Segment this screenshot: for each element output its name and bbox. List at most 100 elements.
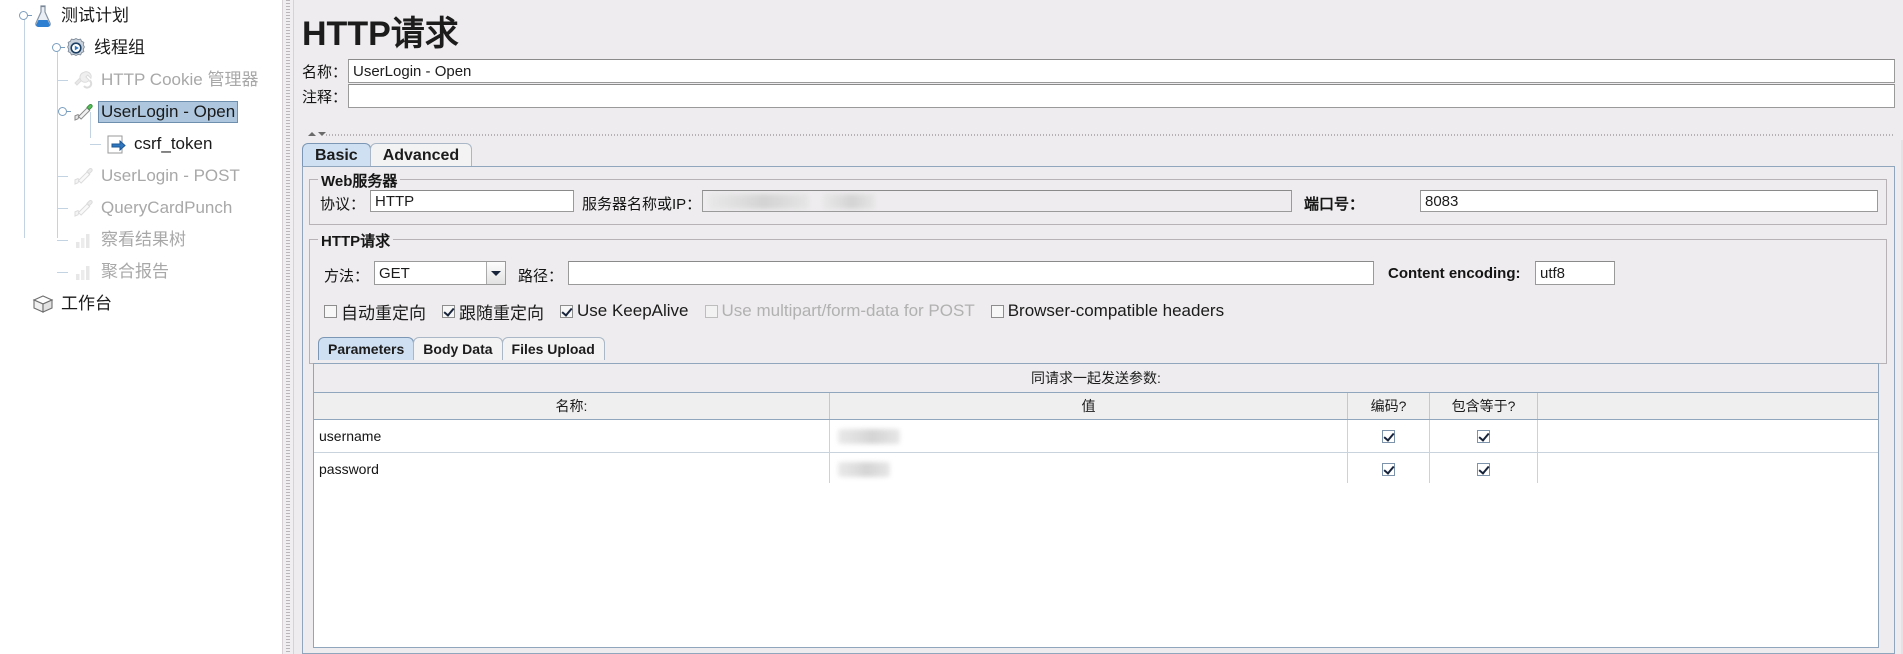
cell-spacer: [1538, 453, 1878, 485]
checkbox-include-equals[interactable]: [1477, 462, 1490, 476]
tree-node-querycardpunch[interactable]: QueryCardPunch: [57, 192, 282, 224]
page-title: HTTP请求: [302, 6, 1903, 54]
checkbox-use-keepalive[interactable]: Use KeepAlive: [560, 301, 689, 321]
redacted-server-value: [709, 193, 809, 209]
checkbox-label: Browser-compatible headers: [1007, 301, 1225, 320]
http-sampler-icon: [70, 163, 96, 189]
cell-param-value[interactable]: [830, 453, 1348, 485]
workbench-icon: [30, 291, 56, 317]
web-server-group-title: Web服务器: [318, 170, 401, 191]
protocol-label: 协议：: [320, 196, 366, 213]
cell-encode[interactable]: [1348, 453, 1430, 485]
http-sampler-icon: [70, 99, 96, 125]
tab-body-data[interactable]: Body Data: [413, 337, 503, 360]
tree-node-label: 测试计划: [61, 6, 129, 25]
path-label: 路径：: [518, 268, 564, 285]
name-row: 名称： UserLogin - Open: [302, 58, 1895, 84]
collapse-up-icon[interactable]: [308, 132, 316, 136]
table-row[interactable]: username: [314, 420, 1878, 453]
column-header-name[interactable]: 名称:: [314, 393, 830, 419]
tab-basic[interactable]: Basic: [302, 143, 371, 167]
checkbox-box[interactable]: [324, 304, 337, 318]
column-header-include-equals[interactable]: 包含等于?: [1430, 393, 1538, 419]
expander-handle-icon[interactable]: [51, 42, 65, 53]
server-name-label: 服务器名称或IP：: [582, 196, 702, 213]
checkbox-label: 跟随重定向: [459, 303, 544, 323]
tree-node-label: UserLogin - Open: [98, 101, 239, 123]
table-empty-area: [314, 483, 1878, 647]
panel-splitter[interactable]: [282, 0, 294, 654]
tree-connector-line: [57, 240, 68, 241]
method-value: GET: [379, 264, 410, 282]
tree-node-aggregate-report[interactable]: 聚合报告: [57, 256, 282, 288]
cell-param-name[interactable]: password: [314, 453, 830, 485]
tab-advanced[interactable]: Advanced: [369, 143, 473, 167]
checkbox-follow-redirect[interactable]: 跟随重定向: [442, 299, 544, 324]
chevron-down-icon[interactable]: [486, 262, 505, 284]
checkbox-browser-compatible-headers[interactable]: Browser-compatible headers: [990, 301, 1225, 321]
tree-node-http-cookie-manager[interactable]: HTTP Cookie 管理器: [57, 64, 282, 96]
comment-input[interactable]: [348, 84, 1895, 108]
collapse-down-icon[interactable]: [318, 132, 326, 136]
name-input[interactable]: UserLogin - Open: [348, 59, 1895, 83]
cell-param-value[interactable]: [830, 420, 1348, 452]
method-select[interactable]: GET: [374, 261, 506, 285]
tree-node-test-plan[interactable]: 测试计划: [14, 0, 282, 32]
cell-param-name[interactable]: username: [314, 420, 830, 452]
checkbox-box[interactable]: [990, 304, 1004, 318]
checkbox-auto-redirect[interactable]: 自动重定向: [324, 299, 426, 324]
expander-handle-icon[interactable]: [57, 106, 71, 117]
tree-node-label: HTTP Cookie 管理器: [101, 70, 259, 89]
table-row[interactable]: password: [314, 453, 1878, 486]
tree-connector-line: [57, 208, 68, 209]
tree-connector-line: [90, 144, 101, 145]
tab-files-upload[interactable]: Files Upload: [501, 337, 605, 360]
tree-node-workbench[interactable]: 工作台: [14, 288, 282, 320]
tree-node-userlogin-open[interactable]: UserLogin - Open: [57, 96, 282, 128]
tree-node-label: csrf_token: [134, 134, 213, 153]
path-input[interactable]: [568, 261, 1374, 285]
http-sampler-icon: [70, 195, 96, 221]
tree-node-label: UserLogin - POST: [101, 166, 240, 185]
cell-spacer: [1538, 420, 1878, 452]
tree-node-view-results-tree[interactable]: 察看结果树: [57, 224, 282, 256]
page-title-text: HTTP请求: [302, 14, 459, 53]
column-header-encode[interactable]: 编码?: [1348, 393, 1430, 419]
cell-include-equals[interactable]: [1430, 453, 1538, 485]
checkbox-encode[interactable]: [1382, 429, 1395, 443]
test-plan-tree[interactable]: 测试计划 线程组 HTTP Cookie 管理器 UserLogin - Ope…: [0, 0, 282, 654]
redacted-param-value: [838, 428, 900, 444]
main-tabs[interactable]: Basic Advanced: [302, 141, 473, 167]
tree-node-thread-group[interactable]: 线程组: [47, 32, 282, 64]
basic-tab-panel: Web服务器 协议： HTTP 服务器名称或IP： 端口号： 8083 HTTP…: [302, 167, 1895, 654]
table-caption: 同请求一起发送参数:: [314, 364, 1878, 393]
tree-connector-line: [57, 272, 68, 273]
section-divider[interactable]: [300, 131, 1895, 138]
server-name-input[interactable]: [702, 190, 1292, 212]
tree-node-userlogin-post[interactable]: UserLogin - POST: [57, 160, 282, 192]
parameter-tabs[interactable]: Parameters Body Data Files Upload: [318, 336, 605, 360]
column-header-value[interactable]: 值: [830, 393, 1348, 419]
checkbox-include-equals[interactable]: [1477, 429, 1490, 443]
tab-parameters[interactable]: Parameters: [318, 337, 415, 360]
checkbox-box[interactable]: [442, 304, 455, 318]
tree-node-label: QueryCardPunch: [101, 198, 233, 217]
parameters-table[interactable]: 同请求一起发送参数: 名称: 值 编码? 包含等于? username pass…: [313, 363, 1879, 648]
port-input[interactable]: 8083: [1420, 190, 1878, 212]
comment-row: 注释：: [302, 83, 1895, 109]
http-request-group-title: HTTP请求: [318, 230, 394, 251]
results-tree-icon: [70, 227, 96, 253]
tree-node-label: 工作台: [61, 294, 112, 313]
protocol-input[interactable]: HTTP: [370, 190, 574, 212]
aggregate-report-icon: [70, 259, 96, 285]
expander-handle-icon[interactable]: [18, 10, 32, 21]
cell-include-equals[interactable]: [1430, 420, 1538, 452]
checkbox-label: Use KeepAlive: [577, 301, 689, 320]
column-header-spacer: [1538, 393, 1878, 419]
cell-encode[interactable]: [1348, 420, 1430, 452]
tree-node-csrf-token[interactable]: csrf_token: [90, 128, 282, 160]
checkbox-box[interactable]: [560, 304, 573, 318]
name-label: 名称：: [302, 63, 348, 81]
content-encoding-input[interactable]: utf8: [1535, 261, 1615, 285]
checkbox-encode[interactable]: [1382, 462, 1395, 476]
